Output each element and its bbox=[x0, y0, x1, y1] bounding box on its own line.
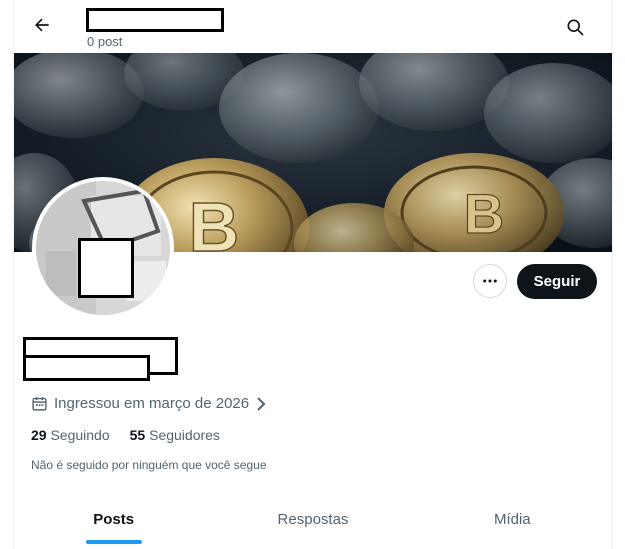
following-link[interactable]: 29 Seguindo bbox=[31, 427, 110, 443]
following-label: Seguindo bbox=[50, 427, 110, 443]
redacted-avatar-overlay bbox=[78, 238, 134, 298]
svg-text:B: B bbox=[464, 182, 504, 245]
back-button[interactable] bbox=[25, 8, 59, 42]
followed-by-note: Não é seguido por ninguém que você segue bbox=[31, 458, 267, 472]
calendar-icon bbox=[32, 397, 47, 411]
join-date-text: Ingressou em março de 2026 bbox=[54, 395, 250, 412]
arrow-left-icon bbox=[35, 18, 49, 32]
svg-text:B: B bbox=[189, 188, 240, 252]
tab-label: Respostas bbox=[277, 511, 349, 528]
followers-label: Seguidores bbox=[149, 427, 220, 443]
followers-count: 55 bbox=[129, 427, 146, 443]
search-icon bbox=[567, 19, 584, 36]
more-dots-icon bbox=[483, 279, 497, 283]
follow-stats: 29 Seguindo 55 Seguidores bbox=[31, 427, 220, 443]
tab-respostas[interactable]: Respostas bbox=[213, 497, 412, 549]
redacted-display-name bbox=[86, 8, 224, 32]
active-tab-indicator bbox=[85, 540, 142, 544]
post-count: 0 post bbox=[87, 34, 123, 49]
redacted-profile-handle bbox=[23, 355, 150, 381]
chevron-right-icon bbox=[257, 396, 266, 411]
profile-tabs: Posts Respostas Mídia bbox=[14, 497, 612, 549]
tab-posts[interactable]: Posts bbox=[14, 497, 213, 549]
follow-button[interactable]: Seguir bbox=[517, 264, 597, 299]
followers-link[interactable]: 55 Seguidores bbox=[130, 427, 220, 443]
join-date[interactable]: Ingressou em março de 2026 bbox=[31, 395, 267, 412]
profile-header: 0 post bbox=[14, 0, 612, 52]
tab-label: Mídia bbox=[493, 511, 531, 528]
following-count: 29 bbox=[31, 427, 47, 443]
search-button[interactable] bbox=[558, 10, 592, 44]
tab-midia[interactable]: Mídia bbox=[413, 497, 612, 549]
profile-column: 0 post B B Seguir Ingressou em março de … bbox=[13, 0, 613, 549]
more-options-button[interactable] bbox=[473, 264, 507, 298]
